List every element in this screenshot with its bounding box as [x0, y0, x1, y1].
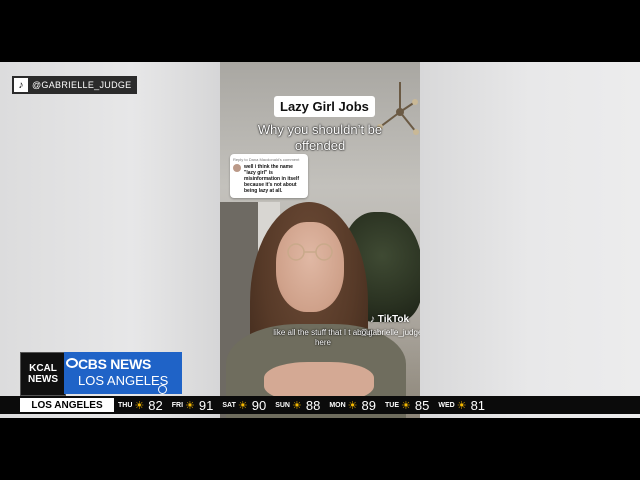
forecast-temp: 89 — [361, 397, 376, 413]
reply-text: well i think the name "lazy girl" is mis… — [244, 164, 300, 194]
forecast-day-name: FRI — [171, 401, 184, 409]
sun-icon: ☀ — [237, 399, 248, 412]
weather-ticker: LOS ANGELES THU ☀ 82 FRI ☀ 91 SAT ☀ 90 SUN ☀ 88 MON ☀… — [0, 396, 640, 414]
reply-comment-card: Reply to Dana Macdonald's comment well i… — [230, 154, 308, 198]
forecast-day: SAT ☀ 90 — [222, 398, 266, 413]
kcal-news-logo: KCAL NEWS — [20, 352, 66, 396]
forecast-day: FRI ☀ 91 — [172, 398, 214, 413]
forecast-day: TUE ☀ 85 — [385, 398, 429, 413]
forecast-day: WED ☀ 81 — [438, 398, 485, 413]
sun-icon: ☀ — [401, 399, 411, 412]
ticker-city: LOS ANGELES — [20, 398, 114, 412]
forecast-day-name: TUE — [385, 401, 399, 409]
tiktok-video: Lazy Girl Jobs Why you shouldn’t be offe… — [220, 62, 420, 418]
video-caption: like all the stuff that I t about here — [273, 328, 373, 347]
sun-icon: ☀ — [134, 399, 145, 412]
forecast-days: THU ☀ 82 FRI ☀ 91 SAT ☀ 90 SUN ☀ 88 MON ☀ 89 TUE ☀ 85 WED ☀… — [118, 396, 494, 414]
sun-icon: ☀ — [456, 399, 467, 412]
cbs-logo-line2: LOS ANGELES — [78, 373, 169, 388]
reply-header: Reply to Dana Macdonald's comment — [233, 157, 300, 162]
forecast-temp: 88 — [305, 397, 321, 413]
tiktok-logo-icon: ♪ — [370, 314, 375, 325]
forecast-day-name: SUN — [275, 401, 290, 409]
cbs-small-eye-icon — [158, 385, 167, 394]
forecast-temp: 90 — [251, 397, 267, 413]
blurred-background-right — [420, 62, 640, 418]
sun-icon: ☀ — [291, 399, 302, 412]
cbs-logo-line1: CBS NEWS — [78, 356, 152, 372]
forecast-day-name: WED — [438, 401, 455, 409]
forecast-temp: 85 — [414, 397, 430, 413]
sun-icon: ☀ — [185, 399, 195, 412]
tiktok-watermark-text: TikTok — [377, 314, 410, 325]
cbs-news-la-logo: CBS NEWS LOS ANGELES — [64, 352, 182, 394]
forecast-day: MON ☀ 89 — [329, 398, 376, 413]
sun-icon: ☀ — [347, 399, 358, 412]
forecast-day-name: SAT — [222, 401, 236, 409]
avatar — [233, 164, 241, 172]
tiktok-icon: ♪ — [14, 78, 28, 92]
kcal-logo-line1: KCAL — [29, 363, 57, 374]
video-subtitle: Why you shouldn’t be offended — [257, 122, 383, 153]
forecast-day: THU ☀ 82 — [118, 398, 163, 413]
forecast-temp: 82 — [148, 397, 163, 413]
forecast-temp: 81 — [470, 397, 486, 413]
cbs-eye-icon — [66, 358, 78, 368]
forecast-temp: 91 — [198, 397, 214, 413]
forecast-day-name: MON — [329, 401, 346, 409]
tiktok-watermark: ♪ TikTok — [370, 314, 409, 325]
kcal-logo-line2: NEWS — [28, 374, 58, 385]
glasses-icon — [287, 243, 333, 261]
creator-handle-tag: ♪ @GABRIELLE_JUDGE — [12, 76, 138, 94]
creator-handle: @GABRIELLE_JUDGE — [32, 80, 132, 90]
person-face — [276, 222, 344, 312]
forecast-day: SUN ☀ 88 — [275, 398, 320, 413]
forecast-day-name: THU — [118, 401, 133, 409]
video-title: Lazy Girl Jobs — [274, 96, 375, 117]
